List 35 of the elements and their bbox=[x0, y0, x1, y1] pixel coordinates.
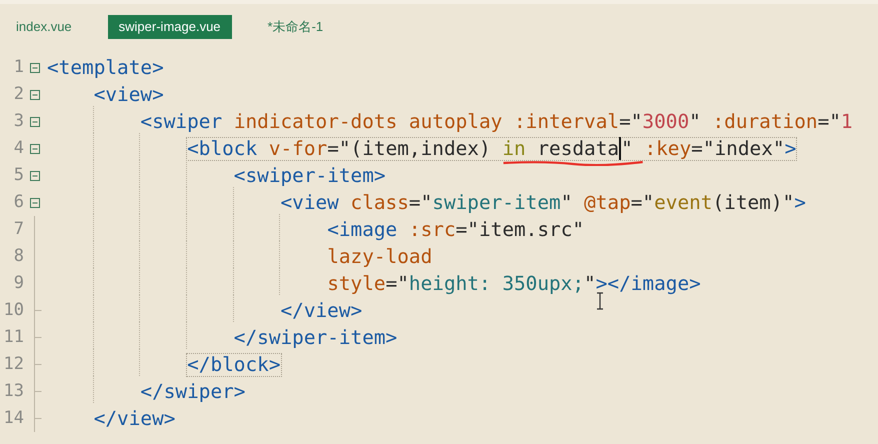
line-number: 2 bbox=[12, 82, 24, 106]
line-number: 14 bbox=[2, 406, 24, 430]
fold-toggle-icon[interactable] bbox=[30, 116, 40, 126]
code-line: </swiper> bbox=[139, 380, 246, 404]
code-line: </view> bbox=[92, 406, 176, 430]
line-number: 6 bbox=[12, 190, 24, 214]
line-number: 1 bbox=[12, 56, 24, 79]
line-number: 7 bbox=[12, 218, 24, 241]
code-line: <swiper-item> bbox=[232, 164, 387, 188]
fold-toggle-icon[interactable] bbox=[30, 144, 40, 154]
code-line: </view> bbox=[279, 298, 364, 322]
code-line: <template> bbox=[46, 56, 165, 80]
line-number: 3 bbox=[12, 110, 24, 133]
code-line: <view> bbox=[92, 82, 165, 106]
line-number: 4 bbox=[12, 136, 24, 160]
line-number: 5 bbox=[12, 164, 24, 187]
line-number: 8 bbox=[12, 244, 24, 268]
fold-toggle-icon[interactable] bbox=[30, 90, 40, 100]
code-line: </swiper-item> bbox=[232, 326, 398, 350]
line-number: 9 bbox=[12, 272, 24, 295]
fold-toggle-icon[interactable] bbox=[30, 170, 40, 180]
file-tab[interactable]: swiper-image.vue bbox=[108, 15, 232, 39]
code-line: <image :src="item.src" bbox=[326, 218, 586, 242]
file-tab[interactable]: *未命名-1 bbox=[260, 15, 332, 39]
line-number: 12 bbox=[2, 352, 24, 376]
code-line: style="height: 350upx;"></image> bbox=[326, 272, 702, 296]
file-tab[interactable]: index.vue bbox=[8, 15, 80, 39]
code-line: lazy-load bbox=[326, 244, 434, 268]
line-number: 10 bbox=[2, 298, 24, 322]
line-number: 11 bbox=[2, 326, 24, 349]
code-line: <view class="swiper-item" @tap="event(item)"> bbox=[279, 190, 807, 214]
code-line: <swiper indicator-dots autoplay :interval="3000" :duration="1 bbox=[139, 110, 854, 134]
line-number: 13 bbox=[2, 380, 24, 403]
fold-toggle-icon[interactable] bbox=[30, 62, 40, 72]
fold-toggle-icon[interactable] bbox=[30, 198, 40, 208]
